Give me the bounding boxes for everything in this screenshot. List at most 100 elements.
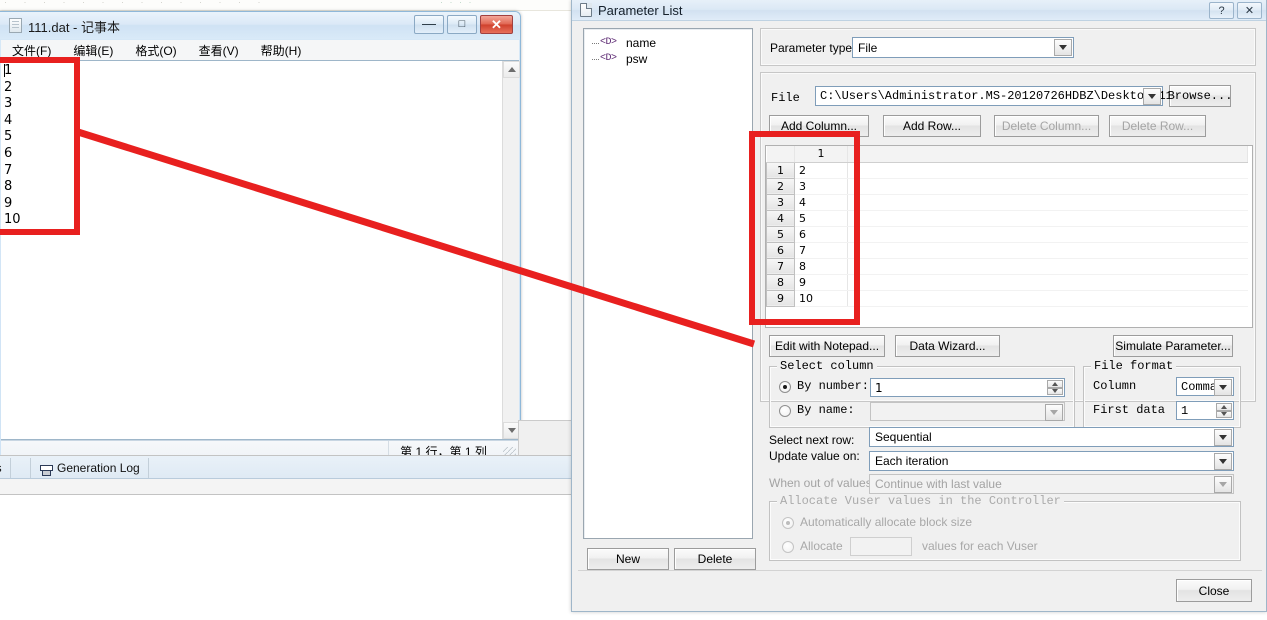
first-data-input[interactable]: 1 (1176, 401, 1234, 420)
help-button[interactable]: ? (1209, 2, 1234, 19)
table-row[interactable]: 89 (766, 273, 1248, 291)
update-value-on-label: Update value on: (769, 449, 860, 463)
dialog-titlebar[interactable]: Parameter List ? ✕ (572, 0, 1266, 21)
notepad-titlebar[interactable]: 111.dat - 记事本 — □ ✕ (0, 12, 520, 39)
tab-generation-log[interactable]: Generation Log (30, 458, 149, 478)
notepad-text-area[interactable]: 1 2 3 4 5 6 7 8 9 10 (1, 60, 520, 440)
radio-automatically-allocate (782, 517, 794, 529)
grid-cell[interactable]: 2 (794, 162, 848, 179)
tree-item-psw[interactable]: <D> psw (584, 51, 752, 67)
grid-row-header[interactable]: 2 (766, 177, 795, 195)
grid-row-header[interactable]: 6 (766, 241, 795, 259)
radio-by-number[interactable] (779, 381, 791, 393)
table-row[interactable]: 9 10 (766, 289, 1248, 307)
tab-results[interactable]: ults (0, 458, 11, 478)
chevron-down-icon[interactable] (1214, 379, 1232, 396)
grid-row-header[interactable]: 5 (766, 225, 795, 243)
table-row[interactable]: 45 (766, 209, 1248, 227)
close-dialog-button[interactable]: Close (1176, 579, 1252, 602)
menu-item-help[interactable]: 帮助(H) (258, 41, 305, 60)
file-format-column-select[interactable]: Comma (1176, 377, 1234, 396)
column-number-value: 1 (875, 381, 883, 395)
column-number-input[interactable]: 1 (870, 378, 1065, 397)
file-parameter-box: File C:\Users\Administrator.MS-20120726H… (760, 72, 1256, 561)
tree-item-name[interactable]: <D> name (584, 35, 752, 51)
select-next-row-select[interactable]: Sequential (869, 427, 1234, 447)
add-column-button[interactable]: Add Column... (769, 115, 869, 137)
grid-cell-empty (847, 226, 1248, 243)
grid-cell[interactable]: 3 (794, 178, 848, 195)
update-value-on-select[interactable]: Each iteration (869, 451, 1234, 471)
tab-generation-log-label: Generation Log (57, 461, 140, 475)
data-grid-table: 1 1 2 2 3 3 4 4 5 5 6 6 7 7 8 8 9 9 10 (766, 146, 1248, 307)
chevron-down-icon[interactable] (1143, 88, 1161, 105)
grid-row-header[interactable]: 3 (766, 193, 795, 211)
grid-row-header[interactable]: 1 (766, 161, 795, 179)
menu-item-view[interactable]: 查看(V) (196, 41, 242, 60)
menu-item-edit[interactable]: 编辑(E) (70, 41, 116, 60)
grid-cell[interactable]: 9 (794, 274, 848, 291)
grid-row-header[interactable]: 4 (766, 209, 795, 227)
parameter-data-grid[interactable]: 1 1 2 2 3 3 4 4 5 5 6 6 7 7 8 8 9 9 10 (765, 145, 1253, 328)
notepad-maximize-button[interactable]: □ (447, 15, 477, 34)
table-row[interactable]: 34 (766, 193, 1248, 211)
dialog-title: Parameter List (598, 3, 683, 18)
stepper-down-icon[interactable] (1047, 387, 1063, 395)
delete-parameter-button[interactable]: Delete (674, 548, 756, 570)
notepad-close-button[interactable]: ✕ (480, 15, 513, 34)
chevron-down-icon[interactable] (1214, 453, 1232, 470)
tree-item-label: psw (626, 52, 648, 66)
allocate-suffix-label: values for each Vuser (922, 539, 1038, 553)
menu-item-format[interactable]: 格式(O) (132, 41, 179, 60)
grid-corner-cell (766, 146, 795, 163)
table-row[interactable]: 56 (766, 225, 1248, 243)
new-parameter-button[interactable]: New (587, 548, 669, 570)
grid-column-header-1[interactable]: 1 (794, 146, 848, 163)
chevron-down-icon (1214, 476, 1232, 493)
grid-row-header[interactable]: 8 (766, 273, 795, 291)
grid-cell-empty (847, 178, 1248, 195)
grid-cell[interactable]: 7 (794, 242, 848, 259)
table-row[interactable]: 12 (766, 161, 1248, 179)
when-out-of-values-value: Continue with last value (875, 477, 1002, 491)
parameter-type-select[interactable]: File (852, 37, 1074, 58)
grid-cell-empty (847, 242, 1248, 259)
grid-cell[interactable]: 6 (794, 226, 848, 243)
column-number-stepper[interactable] (1047, 380, 1063, 395)
browse-button[interactable]: Browse... (1168, 85, 1232, 107)
chevron-down-icon[interactable] (1054, 39, 1072, 56)
chevron-down-icon (1045, 404, 1063, 421)
grid-cell[interactable]: 5 (794, 210, 848, 227)
grid-row-header[interactable]: 9 (766, 289, 795, 307)
add-row-button[interactable]: Add Row... (883, 115, 981, 137)
notepad-vertical-scrollbar[interactable] (502, 61, 520, 439)
data-wizard-button[interactable]: Data Wizard... (895, 335, 1000, 357)
background-app-tabstrip: ults Generation Log (0, 456, 573, 479)
simulate-parameter-button[interactable]: Simulate Parameter... (1113, 335, 1233, 357)
grid-row-header[interactable]: 7 (766, 257, 795, 275)
parameter-tree-panel[interactable]: <D> name <D> psw (583, 28, 753, 539)
stepper-up-icon[interactable] (1047, 380, 1063, 388)
notepad-minimize-button[interactable]: — (414, 15, 444, 34)
edit-with-notepad-button[interactable]: Edit with Notepad... (769, 335, 885, 357)
grid-cell[interactable]: 8 (794, 258, 848, 275)
grid-cell[interactable]: 4 (794, 194, 848, 211)
first-data-stepper[interactable] (1216, 403, 1232, 418)
stepper-down-icon[interactable] (1216, 410, 1232, 418)
allocate-group-title: Allocate Vuser values in the Controller (777, 494, 1064, 508)
table-row[interactable]: 78 (766, 257, 1248, 275)
chevron-down-icon[interactable] (1214, 429, 1232, 446)
background-app-window: ults Generation Log (0, 455, 575, 495)
scroll-up-arrow-icon[interactable] (503, 61, 520, 78)
ghost-text-accent: · · · · (440, 0, 474, 7)
radio-by-name[interactable] (779, 405, 791, 417)
grid-cell[interactable]: 10 (794, 290, 848, 307)
menu-item-file[interactable]: 文件(F) (9, 41, 54, 60)
dialog-close-button[interactable]: ✕ (1237, 2, 1262, 19)
parameter-icon: <D> (600, 53, 617, 64)
table-row[interactable]: 23 (766, 177, 1248, 195)
stepper-up-icon[interactable] (1216, 403, 1232, 411)
table-row[interactable]: 67 (766, 241, 1248, 259)
tab-results-label: ults (0, 461, 2, 475)
file-path-select[interactable]: C:\Users\Administrator.MS-20120726HDBZ\D… (815, 86, 1209, 106)
